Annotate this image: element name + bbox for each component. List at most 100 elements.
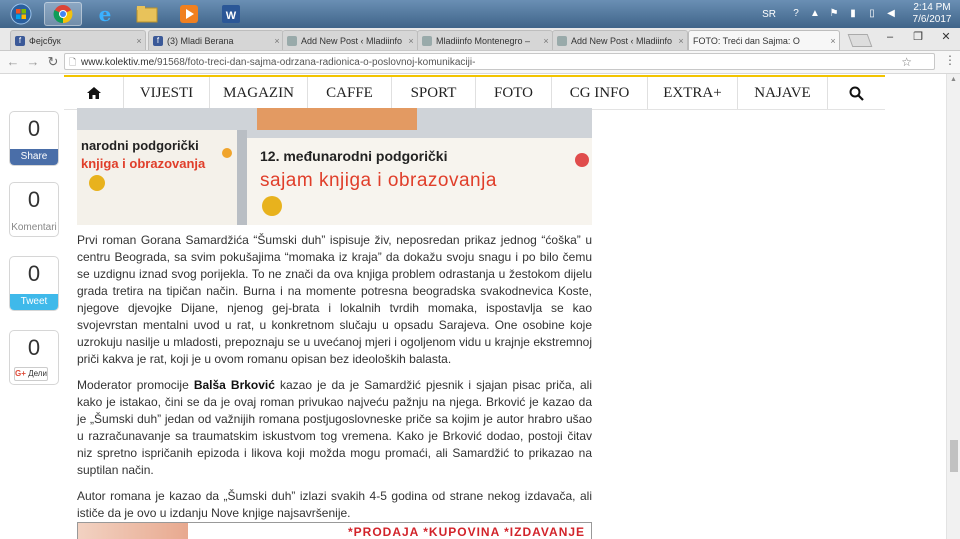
close-icon[interactable]: × — [405, 36, 417, 46]
page-icon — [422, 35, 432, 46]
close-icon[interactable]: × — [675, 36, 687, 46]
windows-taskbar: e W SR ? ▲ ⚑ ▮ ▯ ◀ 2:14 PM 7/6/2017 — [0, 0, 960, 29]
tab-foto-treci-dan[interactable]: FOTO: Treći dan Sajma: O × — [688, 30, 840, 50]
back-arrow-icon[interactable]: ← — [4, 53, 22, 71]
facebook-icon: f — [153, 35, 163, 46]
forward-arrow-icon[interactable]: → — [24, 53, 42, 71]
facebook-icon: f — [15, 35, 25, 46]
url-host: www.kolektiv.me — [81, 57, 155, 68]
home-icon[interactable] — [64, 77, 124, 109]
tweet-label: Tweet — [10, 294, 58, 310]
chrome-icon[interactable] — [44, 2, 82, 26]
clock-time: 2:14 PM — [913, 2, 951, 13]
tab-title: Add New Post ‹ Mladiinfo — [571, 35, 673, 46]
tab-title: Add New Post ‹ Mladiinfo — [301, 35, 403, 46]
volume-icon[interactable]: ◀ — [885, 9, 897, 19]
nav-vijesti[interactable]: VIJESTI — [124, 77, 210, 109]
url-path: /91568/foto-treci-dan-sajma-odrzana-radi… — [154, 57, 476, 68]
moderator-name: Balša Brković — [193, 378, 275, 392]
nav-caffe[interactable]: CAFFE — [308, 77, 392, 109]
share-count: 0 — [27, 116, 41, 141]
banner-right-line1: 12. međunarodni podgorički — [260, 148, 448, 164]
tab-title: Фејсбук — [29, 35, 61, 46]
google-plus-icon: G+ — [15, 369, 26, 378]
close-icon[interactable]: × — [133, 36, 145, 46]
nav-najave[interactable]: NAJAVE — [738, 77, 828, 109]
article-paragraph-3: Autor romana je kazao da „Šumski duh” iz… — [77, 489, 592, 520]
tab-add-new-post-2[interactable]: Add New Post ‹ Mladiinfo × — [552, 30, 688, 50]
banner-left-line1: narodni podgorički — [81, 138, 199, 153]
clock-date: 7/6/2017 — [912, 14, 952, 25]
close-icon[interactable]: × — [540, 36, 552, 46]
page-icon — [557, 35, 567, 46]
clock[interactable]: 2:14 PM 7/6/2017 — [904, 2, 960, 26]
article-body: Prvi roman Gorana Samardžića “Šumski duh… — [77, 232, 592, 531]
tab-title: Mladiinfo Montenegro – — [436, 35, 531, 46]
reload-icon[interactable]: ↻ — [44, 53, 62, 71]
nav-extra[interactable]: EXTRA+ — [648, 77, 738, 109]
nav-sport[interactable]: SPORT — [392, 77, 476, 109]
help-icon[interactable]: ? — [790, 9, 802, 19]
scroll-up-arrow-icon[interactable]: ▲ — [950, 76, 957, 83]
word-icon[interactable]: W — [212, 2, 250, 26]
facebook-share-button[interactable]: 0 Share — [9, 111, 59, 166]
close-window-button[interactable]: ✕ — [932, 28, 960, 46]
tab-mladiinfo-montenegro[interactable]: Mladiinfo Montenegro – × — [417, 30, 553, 50]
notification-icon[interactable]: ▲ — [809, 9, 821, 19]
address-bar[interactable]: 🗋 www.kolektiv.me/91568/foto-treci-dan-s… — [64, 53, 935, 70]
browser-tab-strip: f Фејсбук × f (3) Mladi Berana × Add New… — [0, 28, 960, 51]
file-explorer-icon[interactable] — [128, 2, 166, 26]
tweet-button[interactable]: 0 Tweet — [9, 256, 59, 311]
comments-label: Komentari — [11, 222, 57, 233]
svg-text:W: W — [226, 10, 237, 22]
paragraph-2-prefix: Moderator promocije — [77, 378, 194, 392]
tab-facebook[interactable]: f Фејсбук × — [10, 30, 146, 50]
minimize-button[interactable]: – — [876, 28, 904, 46]
web-page: VIJESTI MAGAZIN CAFFE SPORT FOTO CG INFO… — [0, 74, 960, 539]
ie-icon[interactable]: e — [86, 2, 124, 26]
share-label: Share — [10, 149, 58, 165]
menu-icon[interactable]: ⋮ — [944, 53, 956, 67]
banner-left-line2: knjiga i obrazovanja — [81, 156, 206, 171]
flag-icon[interactable]: ⚑ — [828, 9, 840, 19]
comments-count: 0 — [27, 187, 41, 212]
gplus-label: G+ Дели — [14, 367, 48, 381]
browser-toolbar: ← → ↻ 🗋 www.kolektiv.me/91568/foto-treci… — [0, 51, 960, 74]
article-paragraph-1: Prvi roman Gorana Samardžića “Šumski duh… — [77, 233, 592, 366]
tab-add-new-post-1[interactable]: Add New Post ‹ Mladiinfo × — [282, 30, 418, 50]
tab-title: (3) Mladi Berana — [167, 35, 234, 46]
banner-right-line2: sajam knjiga i obrazovanja — [260, 170, 497, 191]
page-scrollbar[interactable]: ▲ — [946, 74, 960, 539]
language-indicator[interactable]: SR — [762, 9, 776, 20]
page-info-icon[interactable]: 🗋 — [69, 54, 76, 71]
site-navigation: VIJESTI MAGAZIN CAFFE SPORT FOTO CG INFO… — [64, 75, 885, 110]
close-icon[interactable]: × — [827, 36, 839, 46]
google-plus-share-button[interactable]: 0 G+ Дели — [9, 330, 59, 385]
gplus-count: 0 — [27, 335, 41, 360]
bookmark-star-icon[interactable]: ☆ — [901, 54, 912, 71]
new-tab-button[interactable] — [847, 34, 873, 47]
paragraph-2-rest: kazao je da je Samardžić pjesnik i sjaja… — [77, 378, 592, 477]
search-icon[interactable] — [828, 77, 885, 109]
nav-cg-info[interactable]: CG INFO — [552, 77, 648, 109]
maximize-button[interactable]: ❐ — [904, 28, 932, 46]
tab-title: FOTO: Treći dan Sajma: O — [693, 35, 800, 46]
nav-foto[interactable]: FOTO — [476, 77, 552, 109]
nav-magazin[interactable]: MAGAZIN — [210, 77, 308, 109]
comments-button[interactable]: 0 Komentari — [9, 182, 59, 237]
battery-icon[interactable]: ▯ — [866, 9, 878, 19]
ad-text: *PRODAJA *KUPOVINA *IZDAVANJE — [348, 525, 586, 539]
system-tray: SR ? ▲ ⚑ ▮ ▯ ◀ 2:14 PM 7/6/2017 — [762, 0, 960, 28]
article-paragraph-2: Moderator promocije Balša Brković kazao … — [77, 377, 592, 479]
article-hero-image: narodni podgorički knjiga i obrazovanja … — [77, 108, 592, 225]
scrollbar-thumb[interactable] — [950, 440, 958, 472]
gplus-label-text: Дели — [28, 369, 47, 378]
tweet-count: 0 — [27, 261, 41, 286]
tab-mladi-berana[interactable]: f (3) Mladi Berana × — [148, 30, 284, 50]
signal-icon[interactable]: ▮ — [847, 9, 859, 19]
media-player-icon[interactable] — [170, 2, 208, 26]
advertisement-banner[interactable]: *PRODAJA *KUPOVINA *IZDAVANJE — [77, 522, 592, 539]
ad-image — [78, 523, 188, 539]
page-icon — [287, 35, 297, 46]
start-orb-icon[interactable] — [2, 2, 40, 26]
